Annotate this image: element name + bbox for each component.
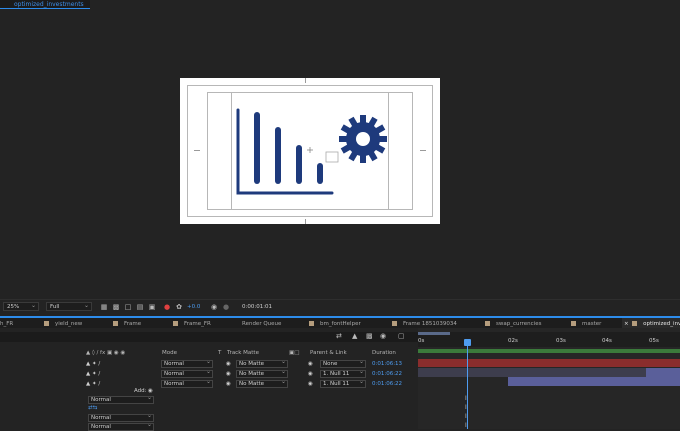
track-matte-icon[interactable]: ◉ (226, 370, 231, 378)
track-matte-select[interactable]: No Matte (236, 358, 288, 368)
tab-label: Frame_FR (184, 321, 211, 327)
tab-label: bm_fontHelper (320, 321, 361, 327)
snapshot-camera-icon[interactable]: ◉ (210, 303, 218, 311)
graph-editor-icon[interactable]: ▢ (398, 332, 405, 340)
column-duration: Duration (372, 350, 396, 356)
tab-label: Frame (124, 321, 142, 327)
region-of-interest-icon[interactable]: ▣ (148, 303, 156, 311)
column-track-matte: Track Matte (227, 350, 259, 356)
exposure-reset-icon[interactable]: ✿ (175, 303, 183, 311)
sub-mode-select[interactable]: Normal (88, 412, 154, 422)
layer-mode-select[interactable]: Normal (161, 358, 213, 368)
layer-switch-icons[interactable]: ▲ ✦ ∕ (86, 380, 100, 388)
layer-duration[interactable]: 0:01:06:22 (372, 370, 402, 378)
resolution-select[interactable]: Full (46, 301, 92, 311)
layer-duration[interactable]: 0:01:06:22 (372, 380, 402, 388)
tab-label: h_FR (0, 321, 14, 327)
ruler-label: 0s (418, 338, 425, 344)
layer-row[interactable]: ▲ ✦ ∕ Normal ◉ No Matte ◉ 1. Null 11 0:0… (0, 378, 418, 389)
add-property-label: Add: (134, 388, 147, 394)
comp-flowchart-icon[interactable]: ⇄ (336, 332, 342, 340)
layers-panel: ⇄ ▲ ▩ ◉ ▢ ▲ ◊ ∕ fx ▣ ◉ ◉ Mode T Track Ma… (0, 328, 418, 431)
tab-label: swap_currencies (496, 321, 542, 327)
mask-visibility-icon[interactable]: □ (124, 303, 132, 311)
track-matte-select[interactable]: No Matte (236, 378, 288, 388)
close-icon[interactable]: × (624, 321, 629, 327)
effect-swap-icon[interactable]: ⇄⇆ (88, 404, 97, 412)
comp-tab-optimized-investments[interactable]: optimized_investments (0, 0, 90, 9)
ruler-label: 05s (649, 338, 659, 344)
label-color-swatch (113, 321, 118, 326)
track-matte-select[interactable]: No Matte (236, 368, 288, 378)
layer-rows: ▲ ✦ ∕ Normal ◉ No Matte ◉ None 0:01:06:1… (0, 358, 418, 389)
track-matte-icon[interactable]: ◉ (226, 380, 231, 388)
label-color-swatch (392, 321, 397, 326)
track-matte-icon[interactable]: ◉ (226, 360, 231, 368)
sub-mode-select[interactable]: Normal (88, 394, 154, 404)
tab-label: Render Queue (242, 321, 282, 327)
pickwhip-icon[interactable]: ◉ (308, 360, 313, 368)
pickwhip-icon[interactable]: ◉ (308, 380, 313, 388)
time-ruler[interactable]: 0s 02s 03s 04s 05s (418, 332, 680, 347)
label-color-swatch (173, 321, 178, 326)
transparency-grid-icon[interactable]: ▩ (112, 303, 120, 311)
parent-select[interactable]: None (320, 358, 366, 368)
work-area-bar[interactable] (418, 332, 450, 335)
layer-mode-select[interactable]: Normal (161, 378, 213, 388)
column-mode: Mode (162, 350, 177, 356)
label-color-swatch (632, 321, 638, 326)
parent-select[interactable]: 1. Null 11 (320, 378, 366, 388)
tab-label: optimized_inve (643, 321, 680, 327)
layer-bar[interactable] (508, 377, 680, 386)
column-toggle-icons: ▣□ (289, 350, 300, 356)
shy-layers-icon[interactable]: ▲ (352, 332, 357, 340)
layer-mode-select[interactable]: Normal (161, 368, 213, 378)
playhead-line[interactable] (467, 339, 468, 429)
layer-bar-segment[interactable] (646, 368, 680, 377)
layer-bar-null[interactable] (418, 359, 680, 367)
ruler-label: 02s (508, 338, 518, 344)
switches-header-icons: ▲ ◊ ∕ fx ▣ ◉ ◉ (86, 350, 126, 356)
timeline-area[interactable]: 0s 02s 03s 04s 05s IIII (418, 328, 680, 429)
label-color-swatch (44, 321, 49, 326)
tab-label: yield_new (55, 321, 83, 327)
work-area-range[interactable] (418, 349, 680, 353)
playhead-handle[interactable] (464, 339, 471, 346)
current-timecode[interactable]: 0:00:01:01 (242, 303, 272, 311)
label-color-swatch (571, 321, 576, 326)
sub-mode-select[interactable]: Normal (88, 421, 154, 431)
layer-switch-icons[interactable]: ▲ ✦ ∕ (86, 360, 100, 368)
investment-chart-gear-artwork (236, 108, 387, 195)
ruler-label: 03s (556, 338, 566, 344)
tab-label: master (582, 321, 602, 327)
parent-select[interactable]: 1. Null 11 (320, 368, 366, 378)
motion-blur-icon[interactable]: ◉ (380, 332, 386, 340)
pickwhip-icon[interactable]: ◉ (308, 370, 313, 378)
layer-switch-icons[interactable]: ▲ ✦ ∕ (86, 370, 100, 378)
column-t: T (218, 350, 222, 356)
layer-duration[interactable]: 0:01:06:13 (372, 360, 402, 368)
exposure-value[interactable]: +0.0 (187, 303, 200, 311)
tab-label: Frame 1851039034 (403, 321, 457, 327)
frame-blending-icon[interactable]: ▩ (366, 332, 373, 340)
zoom-select[interactable]: 25% (3, 301, 39, 311)
ruler-label: 04s (602, 338, 612, 344)
keyframe-markers[interactable]: IIII (465, 394, 467, 430)
column-parent-link: Parent & Link (310, 350, 347, 356)
layer-bar[interactable] (418, 368, 680, 377)
fast-previews-icon[interactable]: ▦ (100, 303, 108, 311)
composition-frame[interactable] (180, 78, 440, 224)
color-channel-icon[interactable]: ● (163, 303, 171, 311)
label-color-swatch (485, 321, 490, 326)
grid-guides-icon[interactable]: ▤ (136, 303, 144, 311)
show-snapshot-icon[interactable]: ● (222, 303, 230, 311)
viewer-toolbar: 25% Full ▦ ▩ □ ▤ ▣ ● ✿ +0.0 ◉ ● 0:00:01:… (0, 299, 680, 314)
label-color-swatch (309, 321, 314, 326)
